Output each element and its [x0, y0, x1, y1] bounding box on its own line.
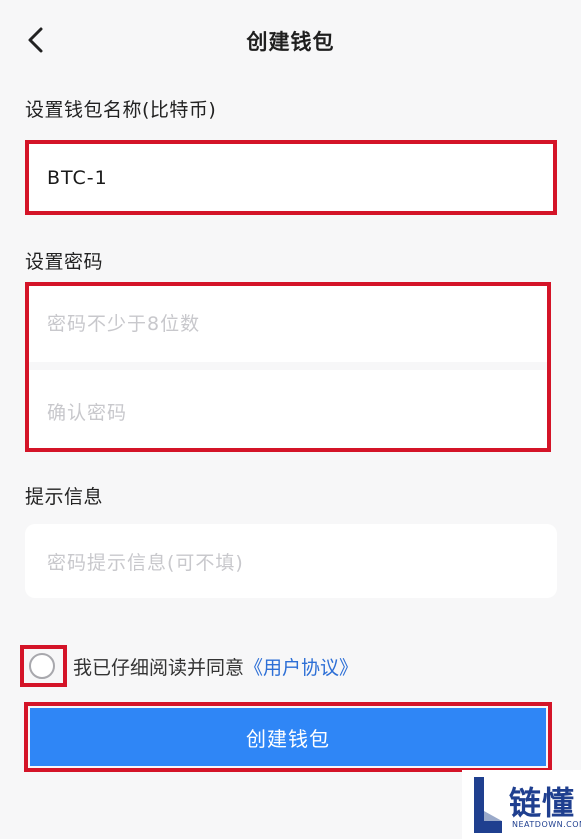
user-agreement-link[interactable]: 《用户协议》 [244, 657, 358, 679]
header-bar: 创建钱包 [0, 0, 581, 80]
neatdown-logo-icon [474, 777, 502, 833]
hint-placeholder: 密码提示信息(可不填) [47, 551, 244, 574]
page-title: 创建钱包 [246, 30, 335, 54]
create-wallet-button[interactable]: 创建钱包 [30, 708, 546, 766]
password-label: 设置密码 [25, 251, 104, 273]
hint-label: 提示信息 [25, 486, 104, 508]
confirm-password-placeholder: 确认密码 [47, 401, 128, 424]
agreement-statement: 我已仔细阅读并同意 [73, 656, 245, 679]
hint-input[interactable]: 密码提示信息(可不填) [25, 524, 557, 598]
agreement-row: 我已仔细阅读并同意《用户协议》 [24, 646, 358, 686]
wallet-name-input[interactable]: BTC-1 [25, 140, 557, 215]
password-input[interactable]: 密码不少于8位数 [25, 282, 551, 362]
password-placeholder: 密码不少于8位数 [47, 312, 201, 335]
watermark-english: NEATDOWN.COM [512, 820, 581, 829]
watermark-chinese: 链懂 [509, 784, 576, 822]
wallet-name-label: 设置钱包名称(比特币) [25, 99, 217, 121]
confirm-password-input[interactable]: 确认密码 [25, 370, 551, 452]
agreement-text: 我已仔细阅读并同意《用户协议》 [73, 653, 358, 680]
agreement-checkbox[interactable] [29, 653, 55, 679]
wallet-name-value: BTC-1 [47, 166, 108, 189]
watermark-logo: 链懂 NEATDOWN.COM [462, 770, 581, 839]
